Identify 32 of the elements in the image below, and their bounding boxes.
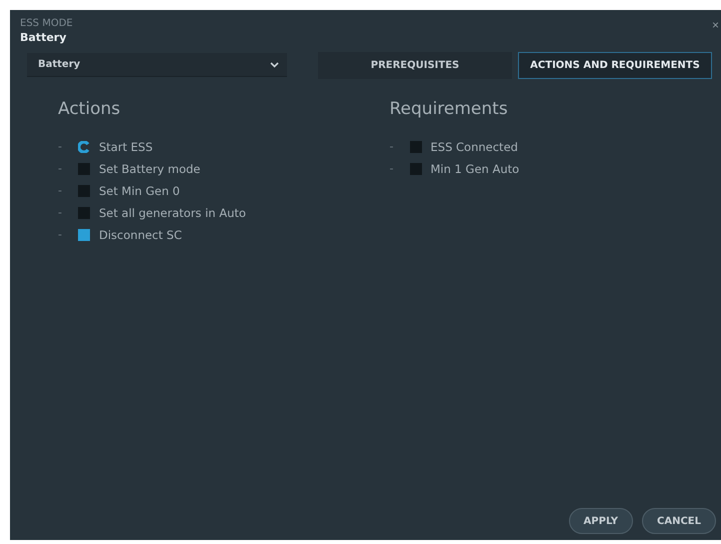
close-button[interactable]: × [710, 18, 721, 32]
step-label: Min 1 Gen Auto [430, 162, 520, 176]
section-heading: Requirements [390, 99, 508, 119]
bullet-dash: - [58, 184, 63, 197]
tab[interactable]: ACTIONS AND REQUIREMENTS [518, 52, 712, 78]
dialog-button[interactable]: APPLY [568, 508, 633, 534]
step-label: Set Min Gen 0 [99, 184, 180, 198]
step-label: Start ESS [99, 140, 153, 154]
tab[interactable]: PREREQUISITES [318, 52, 512, 78]
status-square-icon [410, 162, 422, 174]
section-heading: Actions [58, 99, 120, 119]
mode-dropdown[interactable]: Battery [27, 53, 287, 77]
status-square-icon [410, 140, 422, 152]
bullet-dash: - [390, 162, 394, 175]
status-square-icon [78, 206, 90, 218]
step-label: Set Battery mode [99, 162, 200, 176]
bullet-dash: - [58, 140, 63, 153]
step-label: Set all generators in Auto [99, 206, 246, 220]
status-square-icon [78, 184, 90, 196]
step-label: ESS Connected [430, 140, 518, 154]
dialog-caption: ESS MODE [20, 18, 73, 29]
dialog-title: Battery [20, 31, 68, 44]
bullet-dash: - [58, 206, 63, 219]
spinner-icon [78, 140, 90, 152]
bullet-dash: - [58, 162, 63, 175]
step-label: Disconnect SC [99, 228, 182, 242]
dialog-button[interactable]: CANCEL [642, 508, 716, 534]
bullet-dash: - [58, 228, 63, 241]
chevron-down-icon [270, 62, 279, 68]
status-square-icon [78, 228, 90, 240]
status-square-icon [78, 162, 90, 174]
bullet-dash: - [390, 140, 394, 153]
